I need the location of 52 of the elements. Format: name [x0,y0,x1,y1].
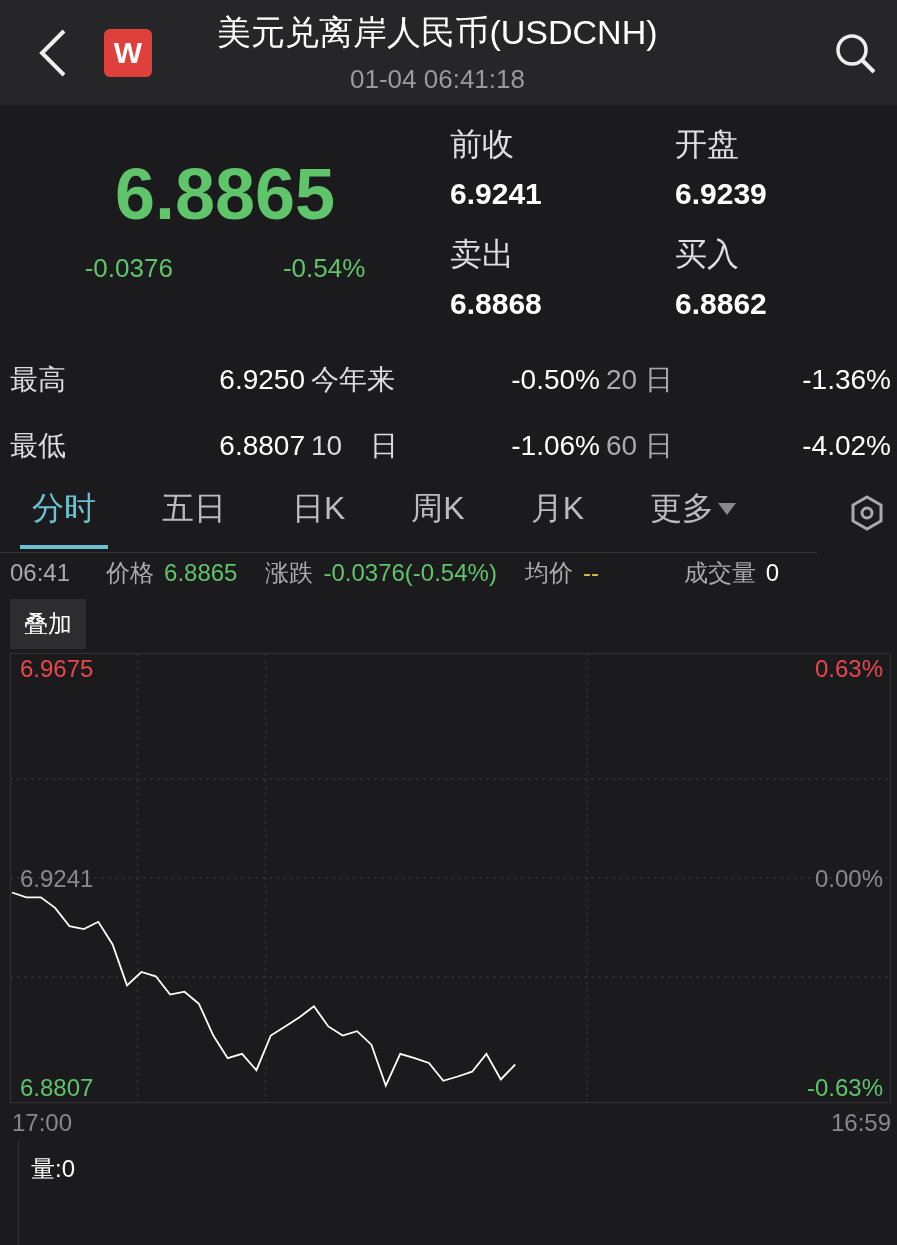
volume-label: 量:0 [30,1154,75,1184]
chart-tab[interactable]: 月K [518,477,597,549]
data-value: 6.8865 [164,559,238,587]
field-value: 6.8868 [450,286,543,321]
time-label: 16:59 [830,1109,891,1137]
data-label: 涨跌 [265,558,314,588]
stat-label: 60 日 [605,429,674,463]
stat-value: 6.9250 [218,364,305,396]
field-label: 前收 [450,125,515,164]
app-logo: W [104,28,152,77]
cursor-time: 06:41 [10,559,71,587]
price-axis-label: 6.8807 [20,1073,94,1101]
stat-value: -1.06% [510,430,600,462]
stat-label: 10 日 [310,429,400,463]
chart-tab[interactable]: 更多 [638,477,749,549]
percent-axis-label: 0.63% [814,655,883,683]
field-value: 6.9239 [675,177,768,211]
chart-tab[interactable]: 分时 [20,477,108,549]
stat-value: -4.02% [801,430,891,462]
chart-tab[interactable]: 周K [399,477,477,549]
time-label: 17:00 [12,1109,73,1137]
stat-value: 6.8807 [218,430,305,462]
field-label: 卖出 [450,234,515,274]
page-title: 美元兑离岸人民币(USDCNH) [217,12,658,53]
price-axis-label: 6.9241 [20,864,94,892]
percent-change: -0.54% [282,253,366,284]
price-axis-label: 6.9675 [20,655,94,683]
stat-value: -1.36% [801,364,891,396]
overlay-button[interactable]: 叠加 [10,599,86,649]
percent-axis-label: -0.63% [806,1073,883,1101]
field-label: 买入 [675,234,740,274]
percent-axis-label: 0.00% [814,864,883,892]
settings-icon[interactable] [849,495,885,531]
field-label: 开盘 [675,125,740,164]
data-value: -0.0376(-0.54%) [323,559,497,587]
current-price: 6.8865 [114,153,336,235]
stat-label: 20 日 [605,363,674,397]
stat-label: 最低 [10,429,67,463]
data-label: 成交量 [683,558,756,588]
field-value: 6.8862 [675,286,768,321]
data-value: 0 [765,559,779,587]
stat-value: -0.50% [510,364,600,396]
data-label: 价格 [106,558,155,588]
stat-label: 最高 [10,363,67,397]
data-value: -- [582,559,599,587]
timestamp: 01-04 06:41:18 [350,64,525,95]
stat-label: 今年来 [310,363,396,397]
data-label: 均价 [524,558,573,588]
field-value: 6.9241 [450,177,543,211]
chart-tab[interactable]: 日K [280,477,358,549]
price-change: -0.0376 [84,253,173,284]
chart-tab[interactable]: 五日 [150,477,238,549]
